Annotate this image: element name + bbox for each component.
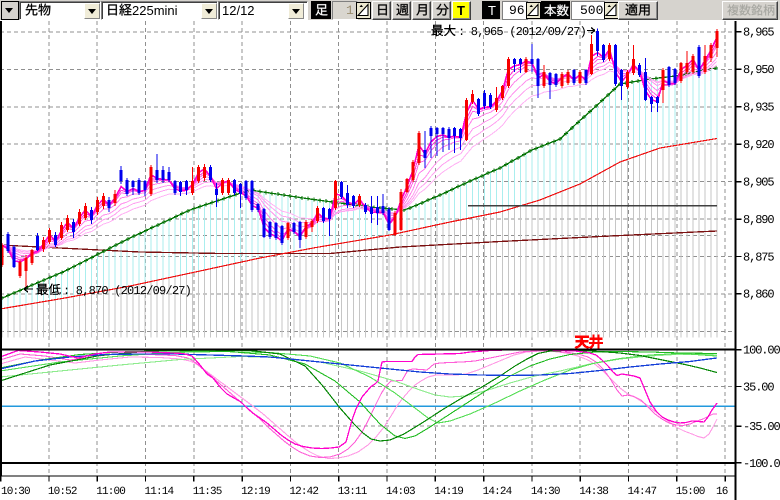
svg-text:: 8,870 (2012/09/27): : 8,870 (2012/09/27) [63,284,191,298]
svg-text:14:30: 14:30 [531,486,560,498]
svg-text:8,890: 8,890 [743,213,774,227]
svg-text:14:03: 14:03 [386,486,415,498]
svg-text:-100.00: -100.00 [743,457,780,471]
svg-text:11:14: 11:14 [145,486,175,498]
svg-text:14:47: 14:47 [628,486,657,498]
svg-text:14:19: 14:19 [434,486,463,498]
svg-text:8,935: 8,935 [743,101,774,115]
svg-text:: 8,965 (2012/09/27): : 8,965 (2012/09/27) [458,25,586,39]
svg-text:-35.00: -35.00 [743,420,780,434]
svg-text:12:42: 12:42 [289,486,318,498]
svg-text:8,875: 8,875 [743,250,774,264]
svg-text:100.00: 100.00 [743,344,780,358]
svg-text:16: 16 [716,486,728,498]
svg-text:8,860: 8,860 [743,288,774,302]
svg-text:11:00: 11:00 [96,486,125,498]
svg-text:35.00: 35.00 [743,380,774,394]
svg-text:14:38: 14:38 [579,486,608,498]
svg-text:10:52: 10:52 [48,486,77,498]
svg-text:8,905: 8,905 [743,175,774,189]
svg-text:13:11: 13:11 [338,486,368,498]
svg-text:12:19: 12:19 [241,486,270,498]
svg-text:11:35: 11:35 [193,486,222,498]
svg-text:15:00: 15:00 [676,486,705,498]
svg-text:8,965: 8,965 [743,26,774,40]
svg-text:8,950: 8,950 [743,63,774,77]
svg-text:10:30: 10:30 [1,486,30,498]
svg-text:8,920: 8,920 [743,138,774,152]
svg-text:14:24: 14:24 [483,486,513,498]
